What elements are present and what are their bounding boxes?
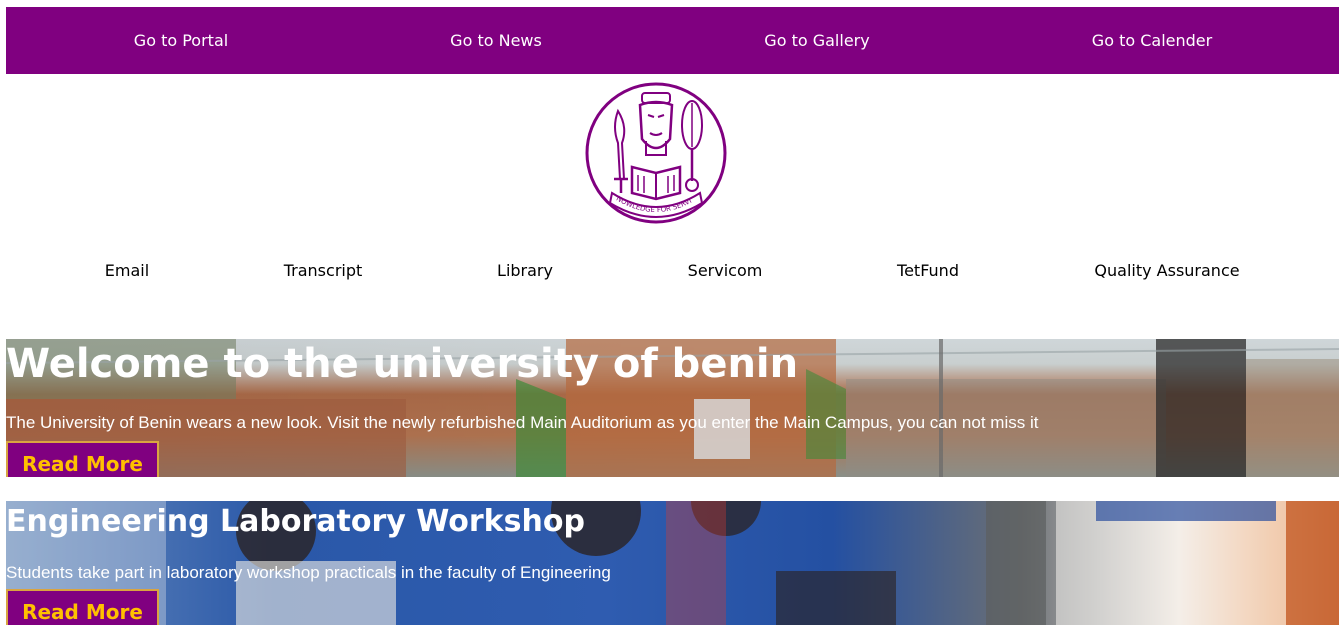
university-logo: KNOWLEDGE FOR SERVICE: [582, 75, 728, 225]
top-navigation-bar: Go to Portal Go to News Go to Gallery Go…: [6, 7, 1339, 74]
slide-description: The University of Benin wears a new look…: [6, 413, 1039, 432]
nav-link-gallery[interactable]: Go to Gallery: [764, 7, 869, 74]
nav-link-calender[interactable]: Go to Calender: [1092, 7, 1212, 74]
quick-link-email[interactable]: Email: [105, 260, 149, 282]
slide-title: Welcome to the university of benin: [6, 341, 799, 387]
quick-link-servicom[interactable]: Servicom: [688, 260, 763, 282]
slide-description: Students take part in laboratory worksho…: [6, 563, 611, 582]
quick-link-quality-assurance[interactable]: Quality Assurance: [1094, 260, 1239, 282]
university-crest-icon: KNOWLEDGE FOR SERVICE: [582, 75, 727, 224]
quick-link-library[interactable]: Library: [497, 260, 553, 282]
quick-link-tetfund[interactable]: TetFund: [897, 260, 959, 282]
quick-link-transcript[interactable]: Transcript: [284, 260, 363, 282]
nav-link-portal[interactable]: Go to Portal: [134, 7, 228, 74]
nav-link-news[interactable]: Go to News: [450, 7, 542, 74]
slide-title: Engineering Laboratory Workshop: [6, 504, 585, 539]
read-more-button[interactable]: Read More: [6, 589, 159, 625]
read-more-button[interactable]: Read More: [6, 441, 159, 477]
news-slide-welcome: Welcome to the university of benin The U…: [6, 339, 1339, 477]
news-slide-engineering: Engineering Laboratory Workshop Students…: [6, 501, 1339, 625]
